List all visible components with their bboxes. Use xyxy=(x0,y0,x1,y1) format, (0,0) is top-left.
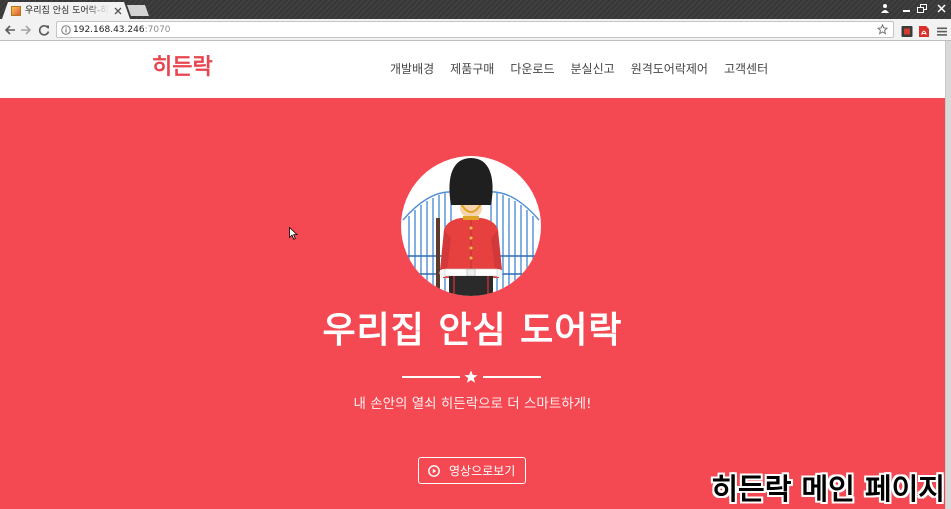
star-icon[interactable] xyxy=(877,24,888,35)
close-icon xyxy=(936,3,946,13)
trousers xyxy=(449,276,493,296)
tunic-collar xyxy=(463,216,479,220)
person-icon xyxy=(881,4,889,13)
pdf-icon[interactable] xyxy=(918,23,930,37)
nav-item-report-lost[interactable]: 분실신고 xyxy=(571,61,615,77)
play-circle-icon xyxy=(428,464,440,477)
arrow-right-icon[interactable] xyxy=(19,23,33,37)
page-scrollbar[interactable] xyxy=(945,41,951,509)
watch-video-label: 영상으로보기 xyxy=(449,463,516,478)
hero-title: 우리집 안심 도어락 xyxy=(322,310,623,351)
minimize-button[interactable] xyxy=(898,1,914,15)
profile-button[interactable] xyxy=(877,1,893,15)
video-caption: 히든락 메인 페이지 xyxy=(711,472,945,506)
menu-icon[interactable] xyxy=(936,23,948,36)
watch-video-button[interactable]: 영상으로보기 xyxy=(418,457,526,484)
pdf-badge xyxy=(919,26,929,37)
queens-guard-illustration xyxy=(401,156,541,296)
close-icon[interactable] xyxy=(114,7,122,15)
browser-tab-strip: 우리집 안심 도어락-히든 xyxy=(0,0,951,19)
restore-button[interactable] xyxy=(914,1,930,15)
site-favicon xyxy=(11,6,21,16)
nav-item-purchase[interactable]: 제품구매 xyxy=(450,61,494,77)
tab-title: 우리집 안심 도어락-히든 xyxy=(25,6,109,16)
url-port: :7070 xyxy=(144,25,171,35)
extension-icon[interactable] xyxy=(901,23,913,37)
rifle xyxy=(436,218,440,296)
nav-item-development-background[interactable]: 개발배경 xyxy=(390,61,434,77)
url-text: 192.168.43.246:7070 xyxy=(73,23,171,37)
nav-item-download[interactable]: 다운로드 xyxy=(510,61,554,77)
close-window-button[interactable] xyxy=(933,1,949,15)
brand-logo[interactable]: 히든락 xyxy=(152,53,213,83)
divider-line-right xyxy=(483,376,541,378)
browser-toolbar: 192.168.43.246:7070 xyxy=(0,19,951,41)
divider-line-left xyxy=(402,376,460,378)
nav-item-customer-center[interactable]: 고객센터 xyxy=(724,61,768,77)
menu-lines xyxy=(937,27,947,36)
main-nav: 개발배경 제품구매 다운로드 분실신고 원격도어락제어 고객센터 xyxy=(390,61,768,77)
hero-section: 우리집 안심 도어락 내 손안의 열쇠 히든락으로 더 스마트하게! 영상으로보… xyxy=(0,98,945,509)
belt-buckle xyxy=(466,268,476,277)
hero-subtitle: 내 손안의 열쇠 히든락으로 더 스마트하게! xyxy=(353,396,592,412)
address-bar[interactable]: 192.168.43.246:7070 xyxy=(56,21,894,38)
star-icon xyxy=(464,370,478,383)
arrow-left-icon[interactable] xyxy=(3,23,17,37)
reload-icon[interactable] xyxy=(37,23,51,37)
info-icon[interactable] xyxy=(61,25,71,35)
browser-tab-active[interactable]: 우리집 안심 도어락-히든 xyxy=(2,2,130,19)
mouse-cursor-icon xyxy=(289,227,298,240)
site-navbar: 히든락 개발배경 제품구매 다운로드 분실신고 원격도어락제어 고객센터 xyxy=(0,41,945,98)
nav-item-remote-control[interactable]: 원격도어락제어 xyxy=(631,61,708,77)
new-tab-button[interactable] xyxy=(127,5,149,16)
minimize-icon xyxy=(902,9,910,12)
restore-icon xyxy=(917,3,927,13)
url-host: 192.168.43.246 xyxy=(73,25,145,35)
extension-badge xyxy=(901,26,913,37)
bearskin-hat xyxy=(449,158,493,205)
